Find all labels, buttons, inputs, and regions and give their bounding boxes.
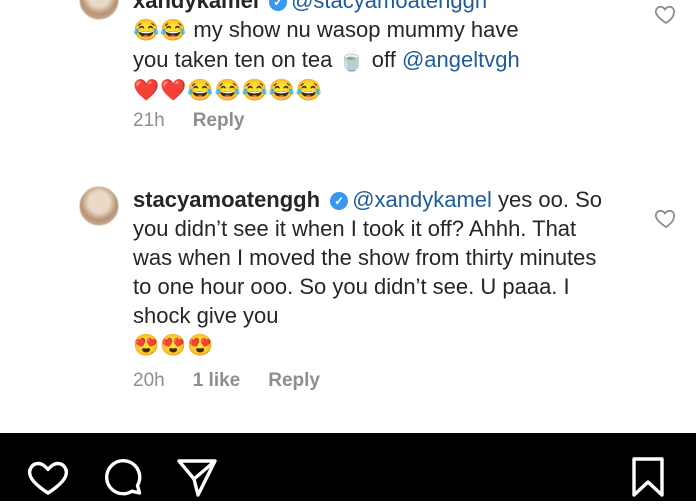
likes-count[interactable]: 1 like bbox=[193, 370, 241, 391]
emoji-row: ❤️❤️😂😂😂😂😂 bbox=[133, 79, 324, 102]
heart-eyes-emoji-icon: 😍😍😍 bbox=[133, 334, 215, 357]
heart-icon[interactable] bbox=[654, 2, 678, 26]
comment-body-line: off bbox=[365, 47, 402, 72]
save-button[interactable] bbox=[626, 455, 670, 499]
reply-button[interactable]: Reply bbox=[193, 110, 245, 131]
post-action-bar bbox=[0, 433, 696, 501]
bookmark-icon bbox=[632, 457, 664, 497]
heart-icon bbox=[28, 461, 68, 495]
comment-text: stacyamoatenggh ✓ @xandykamel yes oo. So … bbox=[133, 185, 613, 360]
mention-link[interactable]: @xandykamel bbox=[352, 187, 492, 212]
mention-link[interactable]: @stacyamoatenggh bbox=[291, 0, 487, 13]
comment-body-line: you taken ten on tea bbox=[133, 47, 339, 72]
comment-meta: 20h 1 like Reply bbox=[133, 370, 348, 392]
comment-time: 20h bbox=[133, 370, 165, 391]
verified-badge-icon: ✓ bbox=[269, 0, 288, 11]
laughing-emoji-icon: 😂😂 bbox=[133, 19, 188, 42]
share-button[interactable] bbox=[175, 455, 219, 499]
heart-icon[interactable] bbox=[654, 206, 678, 230]
comment-body-line: my show nu wasop mummy have bbox=[187, 17, 519, 42]
tea-emoji-icon: 🍵 bbox=[338, 49, 366, 72]
comment-username[interactable]: stacyamoatenggh bbox=[133, 187, 320, 212]
comment-time: 21h bbox=[133, 110, 165, 131]
mention-link[interactable]: @angeltvgh bbox=[402, 47, 520, 72]
comment-meta: 21h Reply bbox=[133, 110, 272, 132]
like-button[interactable] bbox=[26, 455, 70, 499]
avatar[interactable] bbox=[79, 0, 119, 20]
share-icon bbox=[177, 459, 217, 497]
comment-username[interactable]: xandykamel bbox=[133, 0, 259, 13]
reply-button[interactable]: Reply bbox=[268, 370, 320, 391]
comment-icon bbox=[105, 459, 142, 496]
avatar[interactable] bbox=[79, 186, 119, 226]
verified-badge-icon: ✓ bbox=[330, 192, 349, 210]
comment-button[interactable] bbox=[101, 455, 145, 499]
comment-text: xandykamel ✓ @stacyamoatenggh 😂😂 my show … bbox=[133, 0, 613, 105]
